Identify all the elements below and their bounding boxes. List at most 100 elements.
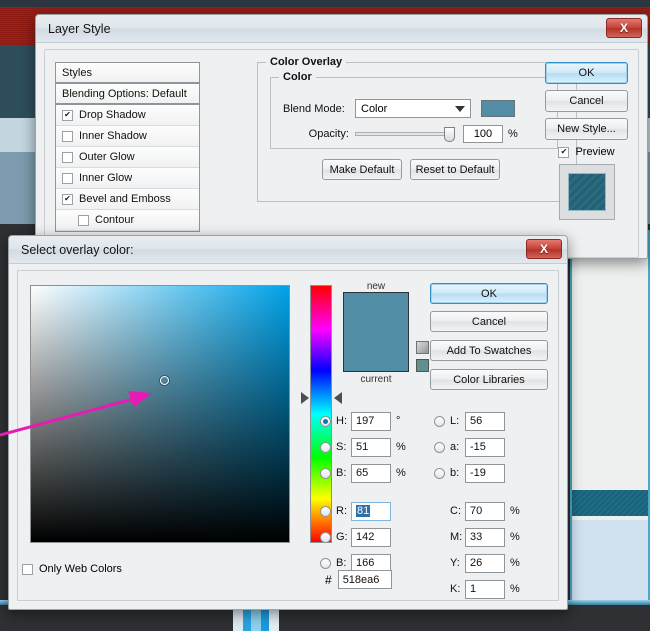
sidebar-item-contour[interactable]: Contour — [56, 210, 199, 231]
field-row-lab-b[interactable]: b: -19 — [434, 460, 520, 486]
field-row-c[interactable]: C: 70 % — [434, 498, 520, 524]
new-style-button[interactable]: New Style... — [545, 118, 628, 140]
field-row-h[interactable]: H: 197 ° — [320, 408, 406, 434]
reset-to-default-button[interactable]: Reset to Default — [410, 159, 500, 180]
opacity-slider-handle[interactable] — [444, 127, 455, 142]
sidebar-item-inner-shadow[interactable]: Inner Shadow — [56, 126, 199, 147]
hue-marker-right-icon[interactable] — [334, 392, 342, 404]
c-unit: % — [510, 505, 520, 517]
radio-h-icon[interactable] — [320, 416, 331, 427]
field-row-s[interactable]: S: 51 % — [320, 434, 406, 460]
field-row-y[interactable]: Y: 26 % — [434, 550, 520, 576]
color-subgroup: Color Blend Mode: Color Opacity: — [270, 77, 558, 149]
checkbox-icon[interactable] — [78, 215, 89, 226]
checkbox-icon[interactable] — [62, 131, 73, 142]
blue-label: B: — [336, 557, 351, 569]
color-overlay-swatch[interactable] — [481, 100, 515, 117]
hue-marker-left-icon[interactable] — [301, 392, 309, 404]
l-input[interactable]: 56 — [465, 412, 505, 431]
styles-list-label: Drop Shadow — [79, 109, 146, 121]
a-input[interactable]: -15 — [465, 438, 505, 457]
m-input[interactable]: 33 — [465, 528, 505, 547]
h-input[interactable]: 197 — [351, 412, 391, 431]
sidebar-item-inner-glow[interactable]: Inner Glow — [56, 168, 199, 189]
l-label: L: — [450, 415, 465, 427]
make-default-button[interactable]: Make Default — [322, 159, 402, 180]
sidebar-item-bevel-and-emboss[interactable]: Bevel and Emboss — [56, 189, 199, 210]
checkbox-icon[interactable] — [22, 564, 33, 575]
opacity-input[interactable]: 100 — [463, 125, 503, 143]
brightness-label: B: — [336, 467, 351, 479]
color-picker-buttons: OK Cancel Add To Swatches Color Librarie… — [430, 283, 548, 397]
opacity-slider[interactable] — [355, 132, 451, 136]
g-input[interactable]: 142 — [351, 528, 391, 547]
field-row-m[interactable]: M: 33 % — [434, 524, 520, 550]
radio-a-icon[interactable] — [434, 442, 445, 453]
cancel-button[interactable]: Cancel — [430, 311, 548, 332]
preview-toggle[interactable]: Preview — [545, 146, 628, 158]
sidebar-item-styles[interactable]: Styles — [56, 63, 199, 84]
sidebar-item-drop-shadow[interactable]: Drop Shadow — [56, 105, 199, 126]
new-color-swatch[interactable] — [343, 292, 409, 372]
h-label: H: — [336, 415, 351, 427]
blend-mode-value: Color — [361, 103, 387, 115]
only-web-colors-toggle[interactable]: Only Web Colors — [22, 563, 122, 575]
chevron-down-icon[interactable] — [455, 106, 465, 112]
lab-b-input[interactable]: -19 — [465, 464, 505, 483]
c-input[interactable]: 70 — [465, 502, 505, 521]
y-input[interactable]: 26 — [465, 554, 505, 573]
sidebar-item-blending-options[interactable]: Blending Options: Default — [56, 84, 199, 105]
styles-list-label: Inner Shadow — [79, 130, 147, 142]
checkbox-icon[interactable] — [558, 147, 569, 158]
field-row-k[interactable]: K: 1 % — [434, 576, 520, 602]
styles-list-label: Contour — [95, 214, 134, 226]
ok-button[interactable]: OK — [545, 62, 628, 84]
cancel-button[interactable]: Cancel — [545, 90, 628, 112]
radio-lab-b-icon[interactable] — [434, 468, 445, 479]
radio-l-icon[interactable] — [434, 416, 445, 427]
sb-gradient-brightness — [31, 286, 289, 542]
opacity-label: Opacity: — [283, 128, 355, 140]
close-icon[interactable]: X — [606, 18, 642, 38]
field-row-g[interactable]: G: 142 — [320, 524, 406, 550]
checkbox-icon[interactable] — [62, 173, 73, 184]
radio-s-icon[interactable] — [320, 442, 331, 453]
field-row-l[interactable]: L: 56 — [434, 408, 520, 434]
checkbox-icon[interactable] — [62, 110, 73, 121]
r-input[interactable]: 81 — [351, 502, 391, 521]
y-label: Y: — [450, 557, 465, 569]
s-input[interactable]: 51 — [351, 438, 391, 457]
sidebar-item-outer-glow[interactable]: Outer Glow — [56, 147, 199, 168]
field-row-b-brightness[interactable]: B: 65 % — [320, 460, 406, 486]
saturation-brightness-field[interactable] — [30, 285, 290, 543]
radio-blue-icon[interactable] — [320, 558, 331, 569]
web-safe-cube-icon[interactable] — [416, 341, 429, 354]
hex-field-row: # 518ea6 — [325, 570, 392, 589]
web-safe-swatch[interactable] — [416, 359, 429, 372]
field-row-a[interactable]: a: -15 — [434, 434, 520, 460]
close-icon[interactable]: X — [526, 239, 562, 259]
hex-input[interactable]: 518ea6 — [338, 570, 392, 589]
add-to-swatches-button[interactable]: Add To Swatches — [430, 340, 548, 361]
styles-list[interactable]: Styles Blending Options: Default Drop Sh… — [55, 62, 200, 232]
color-picker-title-bar[interactable]: Select overlay color: X — [9, 236, 567, 264]
sb-cursor[interactable] — [160, 376, 169, 385]
radio-brightness-icon[interactable] — [320, 468, 331, 479]
styles-list-label: Styles — [62, 67, 92, 79]
brightness-input[interactable]: 65 — [351, 464, 391, 483]
y-unit: % — [510, 557, 520, 569]
color-libraries-button[interactable]: Color Libraries — [430, 369, 548, 390]
radio-g-icon[interactable] — [320, 532, 331, 543]
blend-mode-label: Blend Mode: — [283, 103, 355, 115]
checkbox-icon[interactable] — [62, 152, 73, 163]
radio-r-icon[interactable] — [320, 506, 331, 517]
checkbox-icon[interactable] — [62, 194, 73, 205]
k-input[interactable]: 1 — [465, 580, 505, 599]
ok-button[interactable]: OK — [430, 283, 548, 304]
only-web-colors-label: Only Web Colors — [39, 563, 122, 575]
layer-style-title-bar[interactable]: Layer Style X — [36, 15, 647, 43]
blend-mode-select[interactable]: Color — [355, 99, 471, 118]
field-row-r[interactable]: R: 81 — [320, 498, 406, 524]
color-comparison: new current — [343, 281, 409, 385]
panel-lightblue-area — [572, 520, 648, 600]
